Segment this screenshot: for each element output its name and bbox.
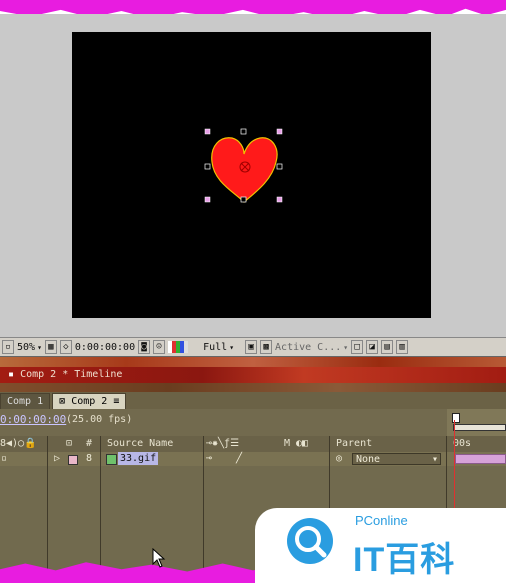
viewer-toolbar: ▫ 50% ▦ ◇ 0:00:00:00 ◙ ☺ Full ▣ ▩ Active…	[0, 337, 506, 357]
timeline-icon: ▪	[8, 369, 15, 380]
column-divider	[47, 436, 48, 583]
zoom-dropdown[interactable]: 50%	[17, 342, 42, 353]
transform-handle-tr	[276, 128, 283, 135]
watermark-small-text: PConline	[355, 513, 408, 528]
tab-close-icon[interactable]: ≡	[113, 396, 119, 407]
quality-switch-icon[interactable]: ╱	[236, 452, 242, 466]
parent-value: None	[356, 454, 381, 465]
channel-color-bars[interactable]	[168, 341, 189, 353]
layer-index: 8	[86, 453, 93, 464]
label-column-icon: ⊡	[66, 438, 73, 449]
column-divider	[203, 436, 204, 583]
frame-rate-label: (25.00 fps)	[66, 414, 133, 425]
mask-icon[interactable]: ◇	[59, 340, 72, 354]
flowchart-icon[interactable]: ▤	[381, 340, 394, 354]
transform-handle-ml	[204, 163, 211, 170]
parent-dropdown[interactable]: None ▾	[352, 453, 441, 465]
layer-label-color[interactable]	[68, 455, 78, 465]
av-switches-icons: 8◀)◯🔒	[0, 438, 37, 449]
transform-handle-br	[276, 196, 283, 203]
composition-viewer	[0, 14, 506, 337]
timeline-column-header: 8◀)◯🔒 ⊡ # Source Name ⊸✸╲ƒ☰ M ◐◧ Parent …	[0, 436, 506, 453]
tab-comp-2-label: Comp 2	[71, 396, 108, 407]
view-layout-icon[interactable]: □	[351, 340, 364, 354]
chevron-down-icon: ▾	[431, 454, 438, 465]
heart-layer[interactable]	[200, 126, 292, 206]
motion-blur-column-header: M	[284, 438, 291, 449]
tab-comp-2[interactable]: ⊠ Comp 2 ≡	[52, 393, 127, 409]
layer-source-name[interactable]: 33.gif	[118, 452, 159, 465]
transform-handle-bl	[204, 196, 211, 203]
switches-column-icons: ⊸✸╲ƒ☰	[206, 438, 240, 449]
region-of-interest-icon[interactable]: ▣	[245, 340, 258, 354]
transform-handle-bc	[240, 196, 247, 203]
column-divider	[100, 436, 101, 583]
heart-shape	[211, 137, 278, 203]
fast-previews-icon[interactable]: ▥	[396, 340, 409, 354]
number-column-header: #	[86, 438, 93, 449]
timeline-title: Comp 2 * Timeline	[20, 369, 123, 380]
current-time-display[interactable]: 0:00:00:00	[0, 413, 66, 426]
timecode-display[interactable]: 0:00:00:00	[75, 342, 135, 353]
mouse-cursor-icon	[152, 548, 166, 568]
layer-duration-bar[interactable]	[455, 454, 506, 464]
transform-handle-tl	[204, 128, 211, 135]
parent-pickwhip-icon[interactable]: ◎	[336, 452, 342, 466]
timeline-info-bar: 0:00:00:00 (25.00 fps)	[0, 409, 506, 436]
timeline-tabs: Comp 1 ⊠ Comp 2 ≡	[0, 392, 506, 409]
adjustment-3d-icons: ◐◧	[296, 438, 309, 449]
watermark: PConline IT百科	[255, 508, 506, 583]
parent-column-header[interactable]: Parent	[336, 436, 372, 452]
snapshot-icon[interactable]: ◙	[138, 340, 151, 354]
tab-comp-1[interactable]: Comp 1	[0, 393, 51, 409]
pixel-aspect-icon[interactable]: ◪	[366, 340, 379, 354]
source-name-column-header[interactable]: Source Name	[107, 436, 173, 452]
transparency-grid-icon[interactable]: ▩	[260, 340, 273, 354]
transform-handle-mr	[276, 163, 283, 170]
shy-switch-icon[interactable]: ⊸	[206, 452, 212, 466]
show-snapshot-icon[interactable]: ☺	[153, 340, 166, 354]
footage-icon	[106, 454, 117, 465]
transform-handle-tc	[240, 128, 247, 135]
expand-layer-icon[interactable]: ▷	[54, 452, 60, 466]
comp-icon: ⊠	[59, 396, 66, 407]
video-switch-icon[interactable]: ▫	[1, 452, 7, 466]
watermark-big-text: IT百科	[353, 541, 456, 579]
ruler-start-label: 00s	[453, 438, 472, 449]
always-preview-icon[interactable]: ▫	[2, 340, 14, 354]
grid-icon[interactable]: ▦	[44, 340, 57, 354]
resolution-dropdown[interactable]: Full	[203, 342, 234, 353]
timeline-title-bar[interactable]: ▪ Comp 2 * Timeline	[0, 367, 506, 383]
camera-dropdown[interactable]: Active C...	[275, 342, 348, 353]
table-row[interactable]: ▫ ▷ 8 33.gif ⊸ ╱ ◎ None ▾	[0, 452, 506, 466]
pconline-logo-icon	[287, 518, 333, 564]
work-area-bar[interactable]	[453, 424, 506, 431]
